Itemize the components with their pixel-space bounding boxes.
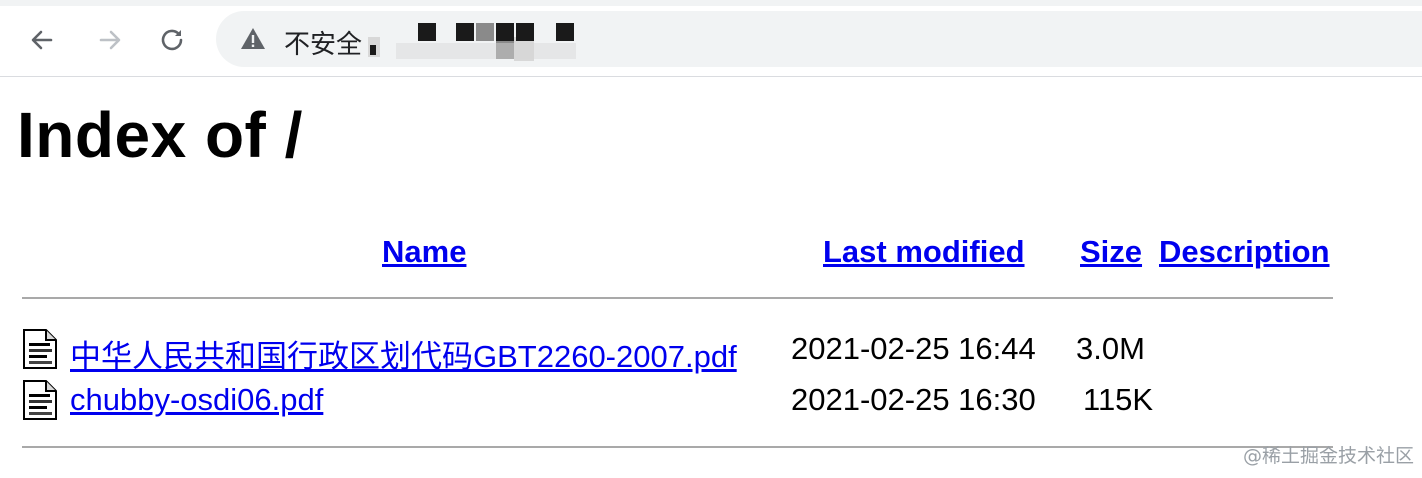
redaction-block [396,43,576,59]
divider [22,297,1333,299]
redaction-block [370,45,376,55]
column-header-description[interactable]: Description [1159,234,1330,270]
redaction-block [418,23,436,41]
file-size: 3.0M [1076,331,1145,366]
divider [22,446,1333,448]
redaction-block [476,23,494,41]
forward-button[interactable] [90,20,130,60]
reload-icon [161,29,183,51]
arrow-right-icon [99,30,121,50]
file-last-modified: 2021-02-25 16:44 [791,331,1036,366]
column-header-last-modified[interactable]: Last modified [823,234,1025,270]
document-icon [23,380,57,420]
page-title: Index of / [17,99,303,171]
table-row: chubby-osdi06.pdf 2021-02-25 16:30 115K [0,379,1422,425]
file-size: 115K [1083,382,1154,417]
redaction-block [556,23,574,41]
browser-toolbar: 不安全 [0,0,1422,77]
url-redacted[interactable] [366,17,596,61]
redaction-block [496,23,514,41]
tab-strip-edge [0,0,1422,6]
document-icon [23,329,57,369]
security-status[interactable]: 不安全 [284,24,362,61]
arrow-left-icon [31,30,53,50]
reload-button[interactable] [152,20,192,60]
file-link[interactable]: 中华人民共和国行政区划代码GBT2260-2007.pdf [70,331,737,376]
column-header-size[interactable]: Size [1080,234,1142,270]
watermark: @稀土掘金技术社区 [1243,445,1415,467]
redaction-block [456,23,474,41]
redaction-block [516,23,534,41]
file-link[interactable]: chubby-osdi06.pdf [70,382,323,418]
back-button[interactable] [22,20,62,60]
table-row: 中华人民共和国行政区划代码GBT2260-2007.pdf 2021-02-25… [0,328,1422,374]
file-last-modified: 2021-02-25 16:30 [791,382,1036,417]
address-bar[interactable]: 不安全 [216,11,1422,67]
column-header-name[interactable]: Name [382,234,466,270]
warning-icon[interactable] [240,26,266,52]
